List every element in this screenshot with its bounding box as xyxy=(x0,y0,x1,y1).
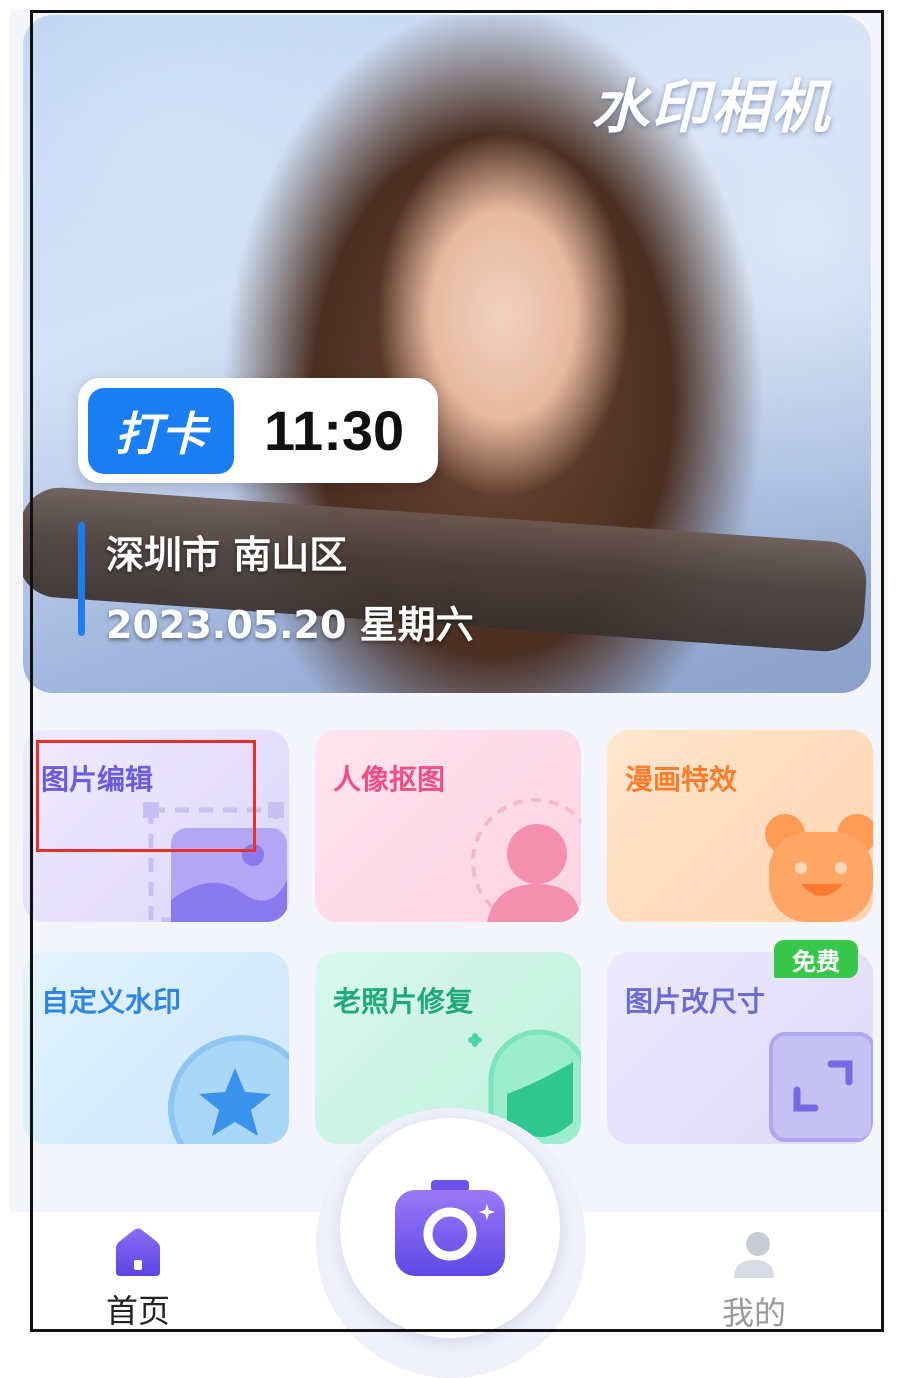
card-portrait-cutout[interactable]: 人像抠图 xyxy=(315,730,581,922)
clock-in-tag: 打卡 xyxy=(88,387,234,474)
clock-time: 11:30 xyxy=(264,399,405,462)
camera-icon xyxy=(395,1180,505,1276)
card-label: 自定义水印 xyxy=(41,985,182,1018)
clock-in-badge: 打卡 11:30 xyxy=(78,378,438,483)
camera-button[interactable] xyxy=(340,1118,560,1338)
user-icon xyxy=(734,1232,774,1278)
bear-icon xyxy=(765,814,873,922)
hero-banner[interactable]: 水印相机 打卡 11:30 深圳市 南山区 2023.05.20 星期六 xyxy=(23,15,871,693)
nav-label-mine: 我的 xyxy=(722,1294,787,1332)
free-badge: 免费 xyxy=(774,940,858,978)
nav-item-home[interactable]: 首页 xyxy=(106,1226,170,1332)
card-label: 人像抠图 xyxy=(333,763,446,796)
date-text: 2023.05.20 星期六 xyxy=(106,603,474,647)
star-badge-icon xyxy=(168,1035,289,1144)
card-custom-watermark[interactable]: 自定义水印 xyxy=(23,952,289,1144)
nav-label-home: 首页 xyxy=(106,1292,171,1330)
annotation-highlight-box xyxy=(36,740,256,852)
resize-icon xyxy=(769,1032,873,1142)
card-label: 老照片修复 xyxy=(333,985,474,1018)
location-text: 深圳市 南山区 xyxy=(106,533,348,577)
card-label: 图片改尺寸 xyxy=(625,985,766,1018)
location-accent-bar xyxy=(78,522,85,636)
nav-item-mine[interactable]: 我的 xyxy=(722,1230,786,1334)
portrait-cutout-icon xyxy=(471,798,581,922)
card-label: 漫画特效 xyxy=(625,763,738,796)
home-icon xyxy=(116,1228,160,1276)
card-comic-effect[interactable]: 漫画特效 xyxy=(607,730,873,922)
card-resize-image[interactable]: 图片改尺寸 xyxy=(607,952,873,1144)
app-title: 水印相机 xyxy=(590,73,831,141)
